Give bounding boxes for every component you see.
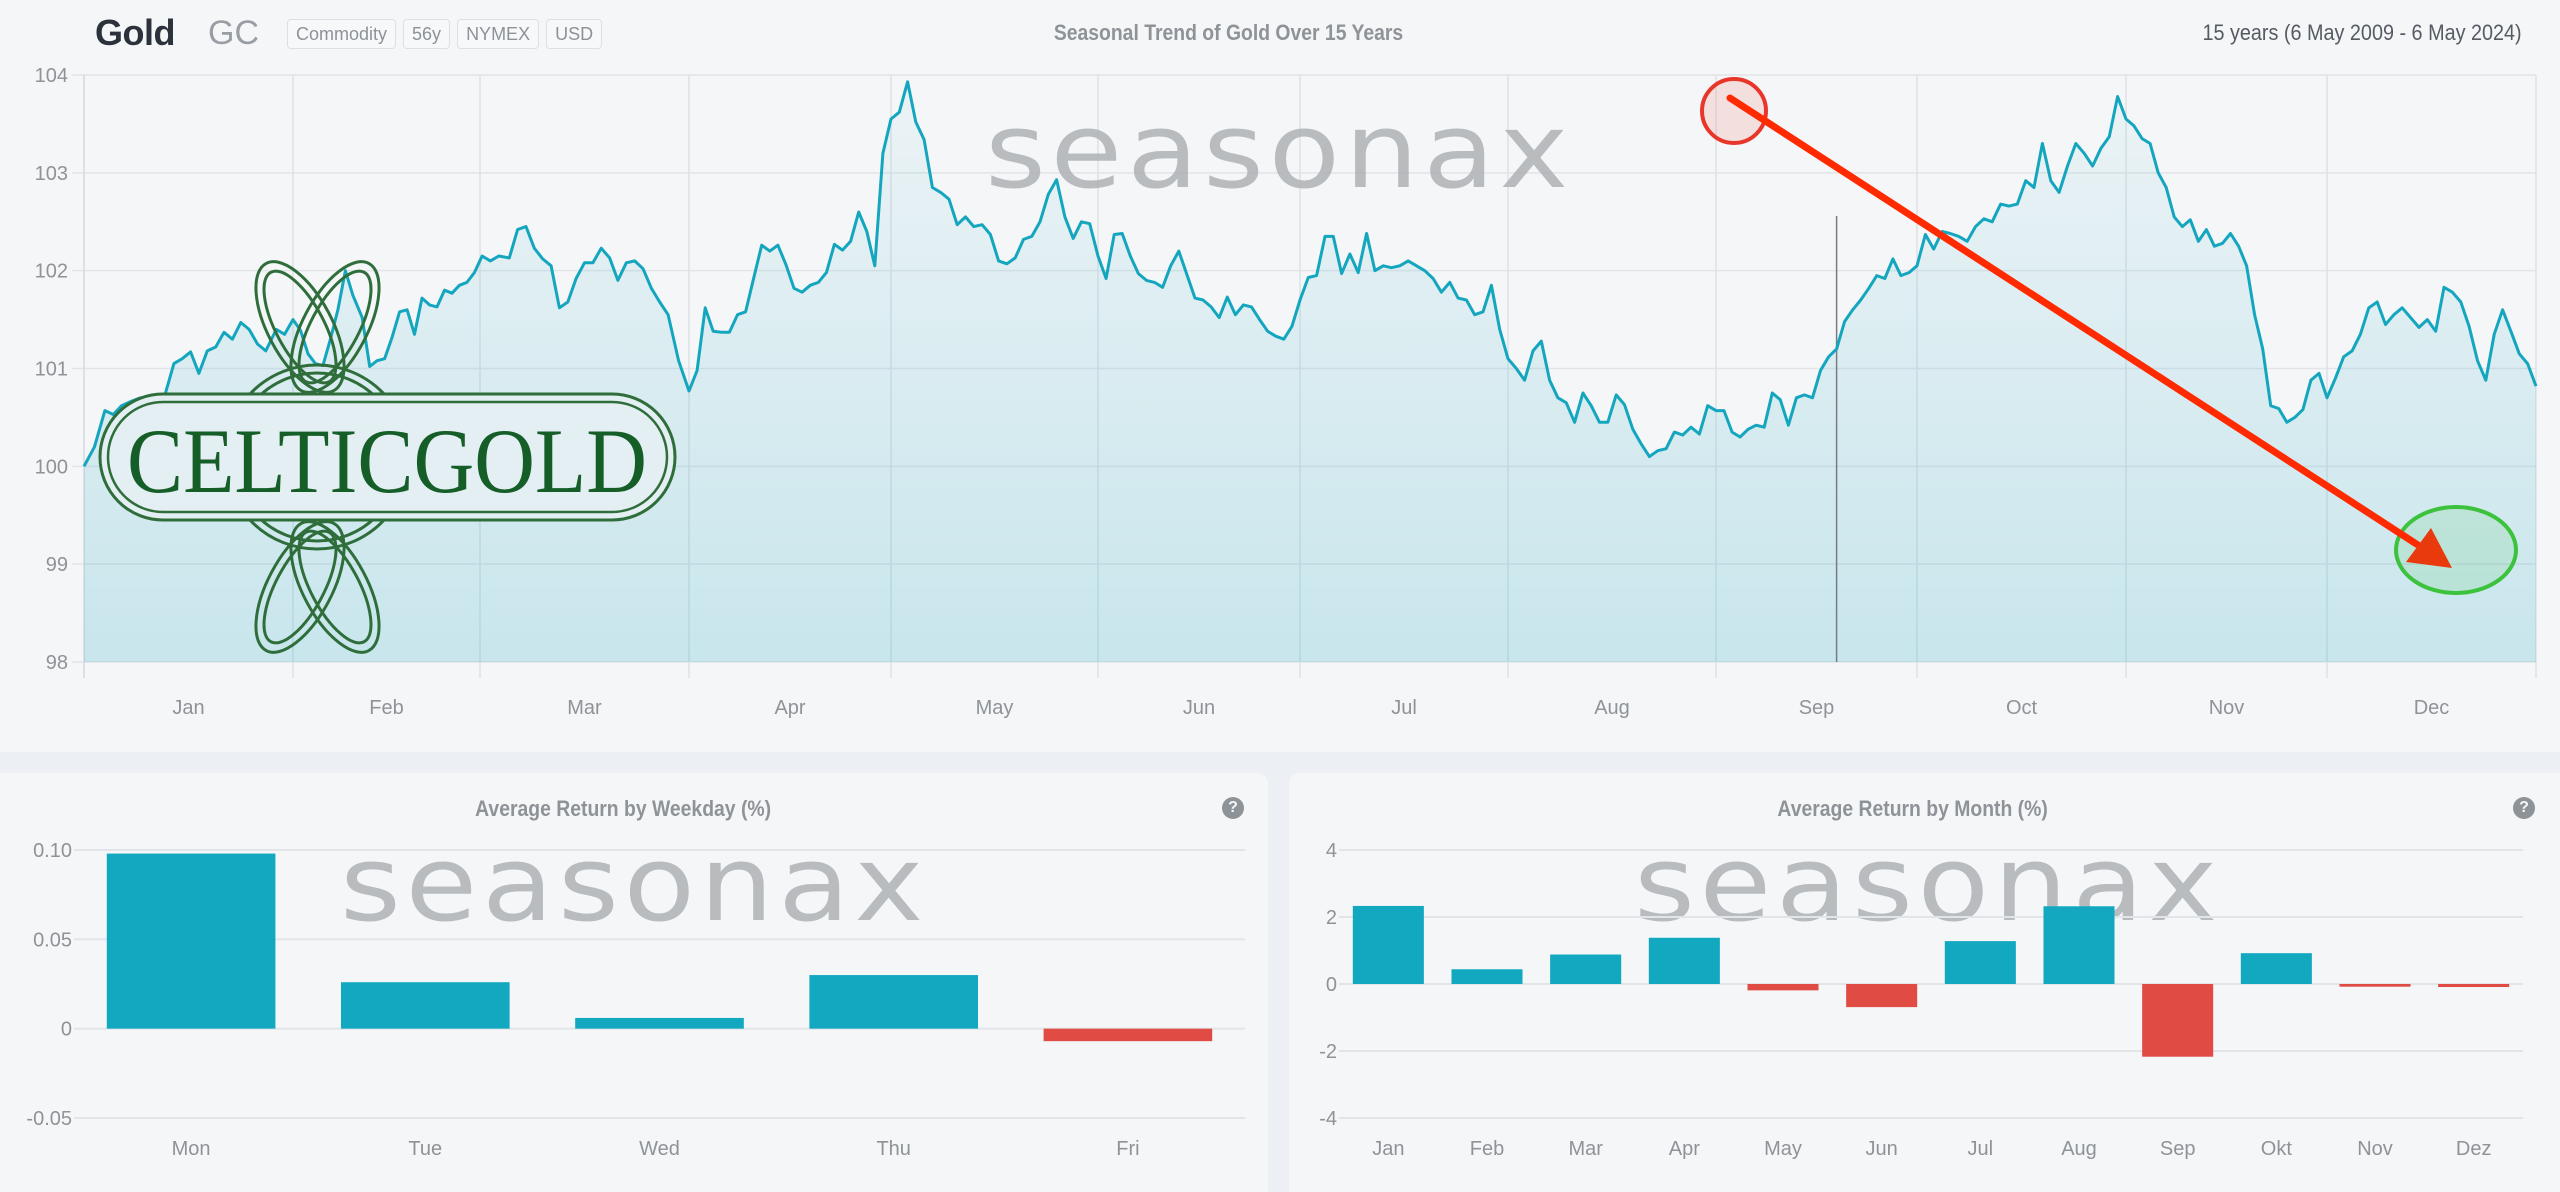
bar-aug[interactable] — [2043, 906, 2115, 984]
y-tick-label: -4 — [1319, 1108, 1337, 1130]
seasonax-watermark: seasonax — [1634, 823, 2222, 945]
x-tick-label: Thu — [876, 1138, 910, 1160]
y-tick-label: -2 — [1319, 1041, 1337, 1063]
bar-mar[interactable] — [1550, 954, 1622, 984]
x-tick-label: Sep — [1799, 697, 1835, 719]
x-tick-label: May — [1764, 1138, 1802, 1160]
x-tick-label: Jul — [1968, 1138, 1994, 1160]
y-tick-label: 0.10 — [33, 840, 72, 862]
bar-tue[interactable] — [340, 982, 510, 1029]
seasonax-watermark: seasonax — [340, 823, 928, 945]
month-bar-chart: seasonax -4 -2 0 2 4 Jan Feb Mar Apr May Jun Jul Aug S… — [1319, 823, 2523, 1160]
y-tick-label: 0 — [61, 1019, 72, 1041]
bar-jul[interactable] — [1944, 941, 2016, 984]
bar-apr[interactable] — [1648, 937, 1720, 984]
x-tick-label: Feb — [369, 697, 403, 719]
trough-highlight-ellipse — [2394, 505, 2518, 595]
bar-nov[interactable] — [2339, 984, 2411, 987]
x-tick-label: Jan — [172, 697, 204, 719]
month-return-panel: Average Return by Month (%) ? seasonax -4… — [1289, 773, 2560, 1192]
x-tick-label: Jun — [1183, 697, 1215, 719]
x-tick-label: Jan — [1372, 1138, 1404, 1160]
celticgold-wordmark: CELTICGOLD — [127, 410, 647, 512]
y-tick-label: 99 — [46, 554, 68, 576]
y-tick-label: 0 — [1326, 974, 1337, 996]
bar-wed[interactable] — [575, 1017, 744, 1029]
x-tick-label: Sep — [2160, 1138, 2196, 1160]
y-tick-label: 103 — [35, 163, 68, 185]
x-tick-label: Feb — [1470, 1138, 1504, 1160]
bar-thu[interactable] — [809, 975, 979, 1029]
x-tick-label: Mar — [1568, 1138, 1603, 1160]
x-tick-label: Okt — [2261, 1138, 2293, 1160]
x-tick-label: Oct — [2006, 697, 2038, 719]
x-tick-label: Dez — [2456, 1138, 2492, 1160]
x-tick-label: Nov — [2357, 1138, 2393, 1160]
weekday-return-panel: Average Return by Weekday (%) ? seasonax… — [0, 773, 1268, 1192]
x-tick-label: Apr — [1669, 1138, 1700, 1160]
seasonal-trend-chart: 98 99 100 101 102 103 104 Jan Feb Mar Apr May Jun Ju… — [35, 65, 2538, 719]
seasonal-chart-panel: Gold GC Commodity 56y NYMEX USD Seasonal… — [0, 0, 2560, 752]
x-tick-label: Tue — [408, 1138, 442, 1160]
y-tick-label: 0.05 — [33, 929, 72, 951]
x-tick-label: Mar — [567, 697, 602, 719]
y-tick-label: 98 — [46, 652, 68, 674]
bar-jan[interactable] — [1352, 905, 1424, 984]
bar-okt[interactable] — [2240, 953, 2312, 984]
y-tick-label: 104 — [35, 65, 68, 87]
seasonax-watermark: seasonax — [985, 90, 1573, 212]
bar-fri[interactable] — [1043, 1028, 1213, 1042]
x-tick-label: May — [976, 697, 1014, 719]
x-tick-label: Apr — [774, 697, 805, 719]
x-tick-label: Wed — [639, 1138, 680, 1160]
x-tick-label: Aug — [1594, 697, 1630, 719]
bar-feb[interactable] — [1451, 969, 1523, 984]
y-tick-label: 100 — [35, 456, 68, 478]
y-tick-label: 4 — [1326, 840, 1337, 862]
x-tick-label: Jul — [1391, 697, 1417, 719]
bar-sep[interactable] — [2142, 984, 2214, 1057]
y-tick-label: 102 — [35, 261, 68, 283]
x-tick-label: Dec — [2414, 697, 2450, 719]
bar-dez[interactable] — [2438, 984, 2510, 988]
y-tick-label: 101 — [35, 359, 68, 381]
weekday-bar-chart: seasonax -0.05 0 0.05 0.10 Mon Tue Wed Thu Fri — [26, 823, 1245, 1160]
x-tick-label: Jun — [1866, 1138, 1898, 1160]
y-tick-label: 2 — [1326, 907, 1337, 929]
bar-may[interactable] — [1747, 984, 1819, 991]
bar-mon[interactable] — [106, 853, 276, 1029]
x-tick-label: Fri — [1116, 1138, 1139, 1160]
x-tick-label: Mon — [172, 1138, 211, 1160]
x-tick-label: Aug — [2061, 1138, 2097, 1160]
y-tick-label: -0.05 — [26, 1108, 72, 1130]
bar-jun[interactable] — [1846, 984, 1918, 1008]
x-tick-label: Nov — [2209, 697, 2245, 719]
